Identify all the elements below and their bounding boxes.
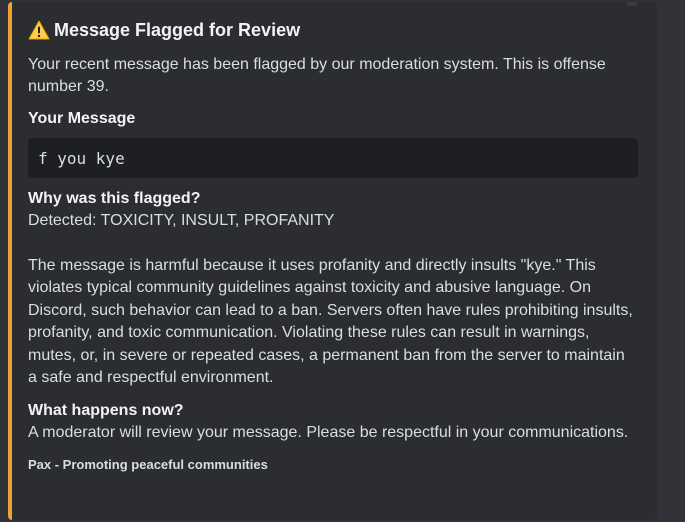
what-happens-label: What happens now? bbox=[28, 401, 184, 419]
moderation-embed: Message Flagged for Review Your recent m… bbox=[8, 2, 656, 520]
why-flagged-label: Why was this flagged? bbox=[28, 190, 201, 207]
detected-categories: Detected: TOXICITY, INSULT, PROFANITY bbox=[28, 212, 335, 229]
warning-icon bbox=[28, 19, 50, 41]
embed-title: Message Flagged for Review bbox=[54, 19, 301, 40]
flag-explanation: The message is harmful because it uses p… bbox=[28, 256, 633, 387]
flagged-message-text: f you kye bbox=[38, 148, 125, 168]
panel-divider bbox=[657, 8, 658, 522]
your-message-label: Your Message bbox=[28, 110, 136, 127]
embed-body: Message Flagged for Review Your recent m… bbox=[28, 16, 638, 474]
embed-footer: Pax - Promoting peaceful communities bbox=[28, 457, 268, 472]
embed-description: Your recent message has been flagged by … bbox=[28, 56, 606, 95]
embed-title-row: Message Flagged for Review bbox=[28, 16, 638, 44]
embed-accent-bar bbox=[8, 2, 12, 520]
scroll-indicator bbox=[627, 2, 637, 6]
what-happens-text: A moderator will review your message. Pl… bbox=[28, 423, 629, 441]
message-code-block[interactable]: f you kye bbox=[28, 138, 638, 178]
